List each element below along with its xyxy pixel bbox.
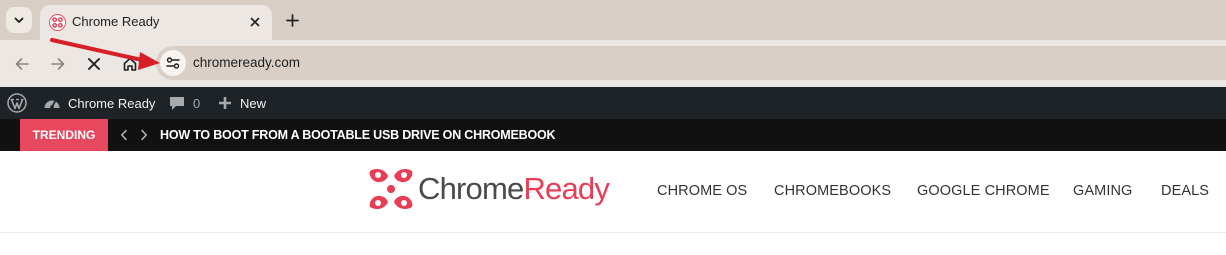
back-button[interactable] [9, 51, 35, 77]
address-bar[interactable]: chromeready.com [156, 46, 1226, 80]
comment-bubble-icon [170, 97, 184, 110]
chromeready-logo-icon [369, 168, 413, 210]
tab-strip: Chrome Ready [0, 0, 1226, 40]
browser-toolbar: chromeready.com [0, 40, 1226, 87]
trending-bar: TRENDING HOW TO BOOT FROM A BOOTABLE USB… [0, 119, 1226, 151]
admin-new-content[interactable]: New [218, 87, 266, 119]
site-logo[interactable]: ChromeReady [366, 165, 610, 213]
wp-admin-bar: Chrome Ready 0 New [0, 87, 1226, 119]
nav-chromebooks[interactable]: CHROMEBOOKS [774, 183, 891, 199]
admin-comments[interactable]: 0 [169, 87, 200, 119]
home-icon [123, 57, 137, 71]
plus-icon [285, 13, 299, 27]
tune-icon [166, 57, 180, 69]
site-header: ChromeReady CHROME OS CHROMEBOOKS GOOGLE… [0, 151, 1226, 233]
chromeready-favicon-icon [49, 14, 66, 31]
home-button[interactable] [117, 51, 143, 77]
new-tab-button[interactable] [280, 8, 304, 32]
chevron-left-icon [121, 129, 127, 141]
nav-deals[interactable]: DEALS [1161, 183, 1209, 199]
dashboard-gauge-icon [44, 99, 60, 109]
plus-icon [219, 97, 231, 109]
nav-chrome-os[interactable]: CHROME OS [657, 183, 747, 199]
forward-button[interactable] [45, 51, 71, 77]
admin-new-label: New [240, 95, 267, 111]
admin-site-name[interactable]: Chrome Ready [43, 87, 155, 119]
close-icon [250, 17, 260, 27]
arrow-right-icon [51, 58, 65, 70]
arrow-left-icon [15, 58, 29, 70]
tab-search-button[interactable] [6, 7, 32, 33]
admin-site-name-label: Chrome Ready [68, 95, 156, 111]
comments-count: 0 [193, 95, 201, 111]
wordpress-menu[interactable] [7, 87, 27, 119]
chevron-down-icon [14, 17, 24, 23]
trending-prev-button[interactable] [117, 127, 131, 143]
nav-google-chrome[interactable]: GOOGLE CHROME [917, 183, 1050, 199]
trending-next-button[interactable] [137, 127, 151, 143]
logo-text-chrome: Chrome [418, 171, 524, 206]
url-text[interactable]: chromeready.com [193, 55, 300, 70]
site-info-button[interactable] [160, 50, 186, 76]
stop-x-icon [88, 58, 100, 70]
stop-loading-button[interactable] [81, 51, 107, 77]
close-tab-button[interactable] [246, 13, 264, 31]
trending-badge: TRENDING [20, 119, 108, 151]
wordpress-logo-icon [7, 93, 27, 113]
chevron-right-icon [141, 129, 147, 141]
tab-title: Chrome Ready [72, 14, 160, 29]
trending-headline-link[interactable]: HOW TO BOOT FROM A BOOTABLE USB DRIVE ON… [160, 128, 556, 142]
browser-tab-active[interactable]: Chrome Ready [40, 5, 272, 40]
nav-gaming[interactable]: GAMING [1073, 183, 1132, 199]
logo-text-ready: Ready [523, 171, 610, 206]
